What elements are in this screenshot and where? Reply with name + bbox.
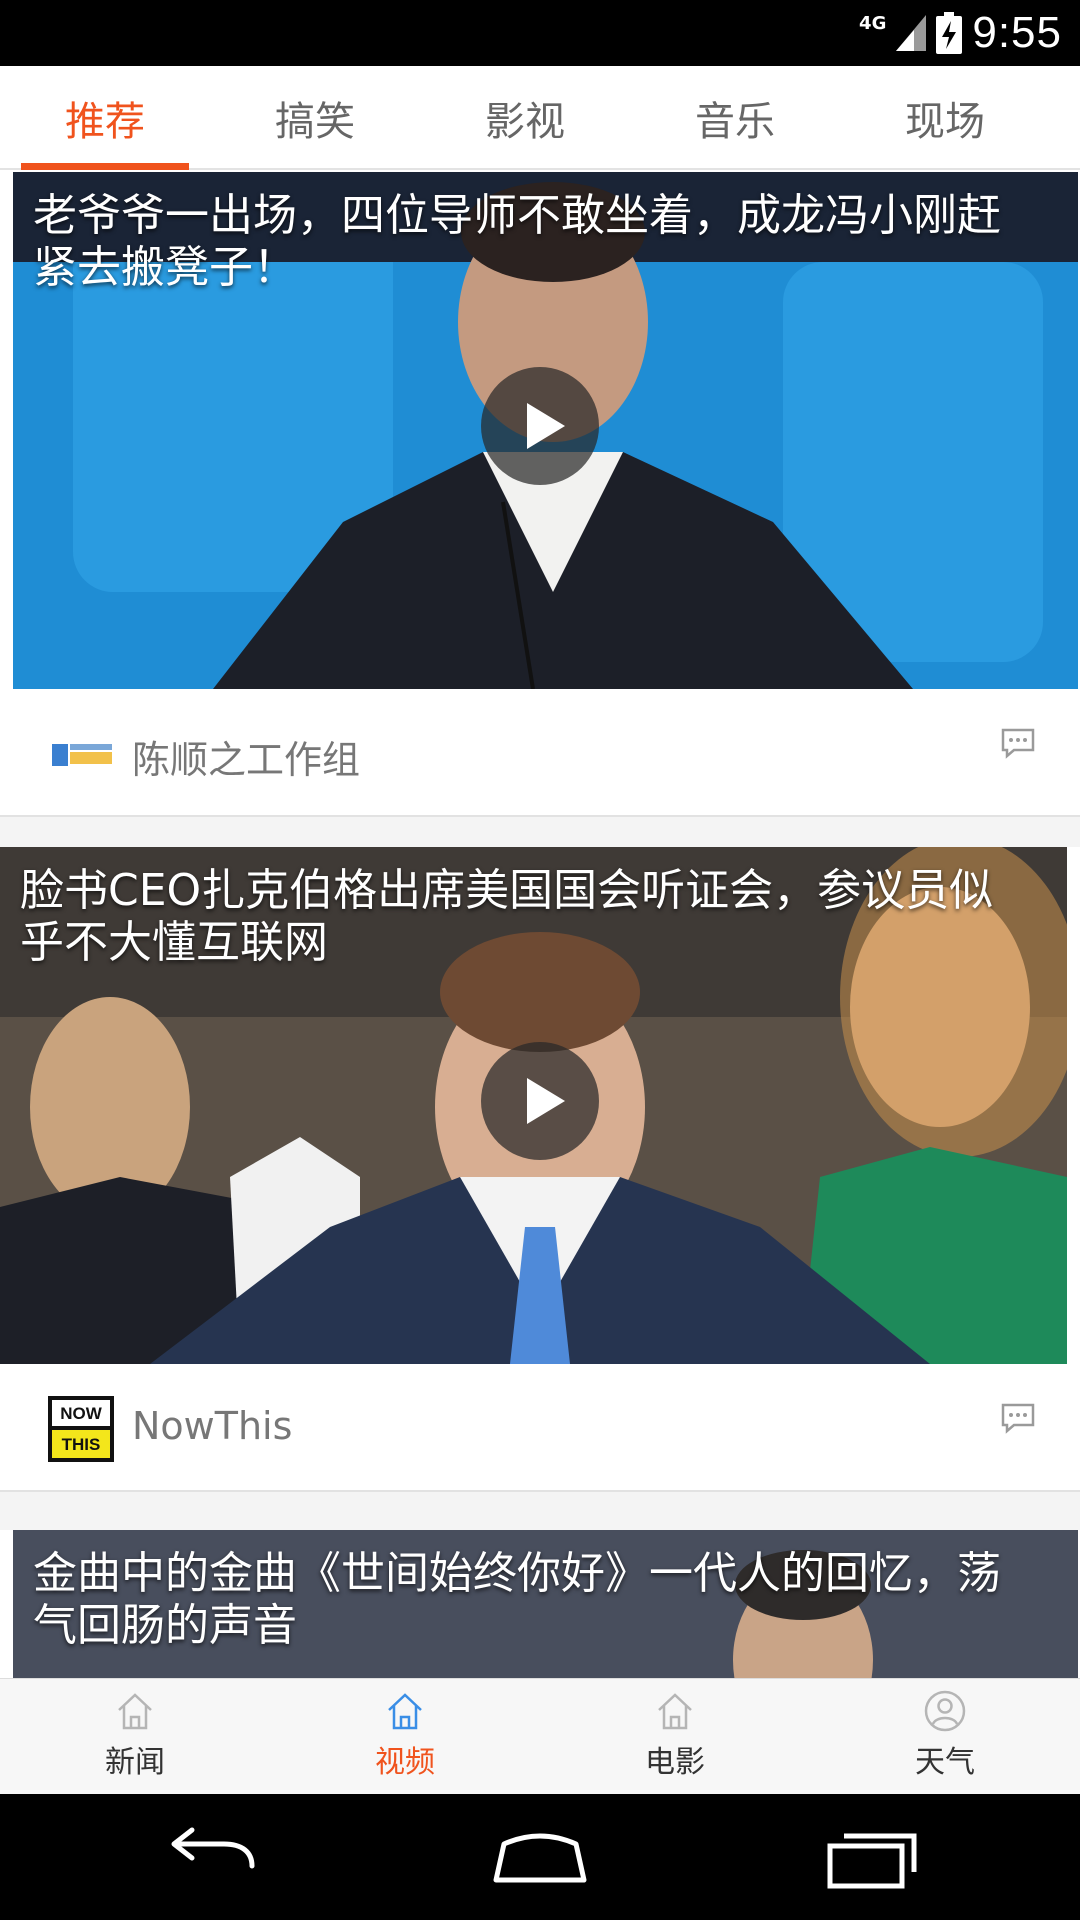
video-title[interactable]: 老爷爷一出场，四位导师不敢坐着，成龙冯小刚赶紧去搬凳子！ — [33, 190, 1043, 294]
author-name[interactable]: 陈顺之工作组 — [132, 729, 360, 784]
nav-label: 电影 — [645, 1745, 705, 1780]
active-tab-indicator — [21, 163, 189, 170]
tab-recommend[interactable]: 推荐 — [0, 66, 210, 170]
logo-text-top: NOW — [60, 1404, 103, 1423]
nav-video[interactable]: 视频 — [270, 1679, 540, 1795]
battery-icon — [936, 12, 963, 54]
nav-label: 视频 — [375, 1745, 435, 1780]
back-icon[interactable] — [162, 1822, 262, 1892]
video-meta-row: 陈顺之工作组 — [0, 689, 1080, 817]
tab-music[interactable]: 音乐 — [630, 66, 840, 170]
category-tabs: 推荐 搞笑 影视 音乐 现场 — [0, 66, 1080, 170]
video-thumbnail[interactable]: 老爷爷一出场，四位导师不敢坐着，成龙冯小刚赶紧去搬凳子！ — [13, 172, 1078, 689]
nav-movie[interactable]: 电影 — [540, 1679, 810, 1795]
home-button-icon[interactable] — [488, 1822, 592, 1892]
video-card[interactable]: 金曲中的金曲《世间始终你好》一代人的回忆，荡气回肠的声音 — [0, 1530, 1080, 1678]
home-icon — [118, 1693, 152, 1730]
home-icon — [658, 1693, 692, 1730]
nav-news[interactable]: 新闻 — [0, 1679, 270, 1795]
recents-icon[interactable] — [826, 1822, 926, 1892]
tab-funny[interactable]: 搞笑 — [210, 66, 420, 170]
nav-label: 新闻 — [105, 1745, 165, 1780]
nav-weather[interactable]: 天气 — [810, 1679, 1080, 1795]
logo-text-bottom: THIS — [62, 1435, 101, 1454]
tab-film[interactable]: 影视 — [420, 66, 630, 170]
video-thumbnail[interactable]: 金曲中的金曲《世间始终你好》一代人的回忆，荡气回肠的声音 — [13, 1530, 1078, 1678]
play-button[interactable] — [481, 367, 599, 485]
system-navigation-bar — [0, 1794, 1080, 1920]
home-icon — [388, 1693, 422, 1730]
status-bar: 4G 9:55 — [0, 0, 1080, 66]
video-title[interactable]: 金曲中的金曲《世间始终你好》一代人的回忆，荡气回肠的声音 — [33, 1548, 1043, 1652]
video-meta-row: NOW THIS NowThis — [0, 1364, 1080, 1492]
author-name[interactable]: NowThis — [132, 1404, 292, 1448]
nav-label: 天气 — [915, 1745, 975, 1780]
network-type-label: 4G — [859, 12, 887, 34]
video-card[interactable]: 脸书CEO扎克伯格出席美国国会听证会，参议员似乎不大懂互联网 NOW THIS … — [0, 847, 1080, 1492]
tab-live[interactable]: 现场 — [840, 66, 1050, 170]
author-avatar[interactable]: NOW THIS — [48, 1396, 114, 1462]
video-card[interactable]: 老爷爷一出场，四位导师不敢坐着，成龙冯小刚赶紧去搬凳子！ 陈顺之工作组 — [0, 172, 1080, 817]
author-avatar[interactable] — [50, 736, 114, 772]
play-button[interactable] — [481, 1042, 599, 1160]
person-icon — [924, 1690, 966, 1732]
bottom-navigation: 新闻 视频 电影 天气 — [0, 1678, 1080, 1794]
video-title[interactable]: 脸书CEO扎克伯格出席美国国会听证会，参议员似乎不大懂互联网 — [20, 865, 1030, 969]
video-thumbnail[interactable]: 脸书CEO扎克伯格出席美国国会听证会，参议员似乎不大懂互联网 — [0, 847, 1067, 1364]
comment-icon[interactable] — [1000, 727, 1036, 759]
comment-icon[interactable] — [1000, 1402, 1036, 1434]
signal-icon — [896, 15, 927, 51]
clock: 9:55 — [972, 8, 1062, 57]
status-icons: 4G 9:55 — [859, 0, 1062, 66]
video-feed[interactable]: 老爷爷一出场，四位导师不敢坐着，成龙冯小刚赶紧去搬凳子！ 陈顺之工作组 脸书CE… — [0, 172, 1080, 1678]
